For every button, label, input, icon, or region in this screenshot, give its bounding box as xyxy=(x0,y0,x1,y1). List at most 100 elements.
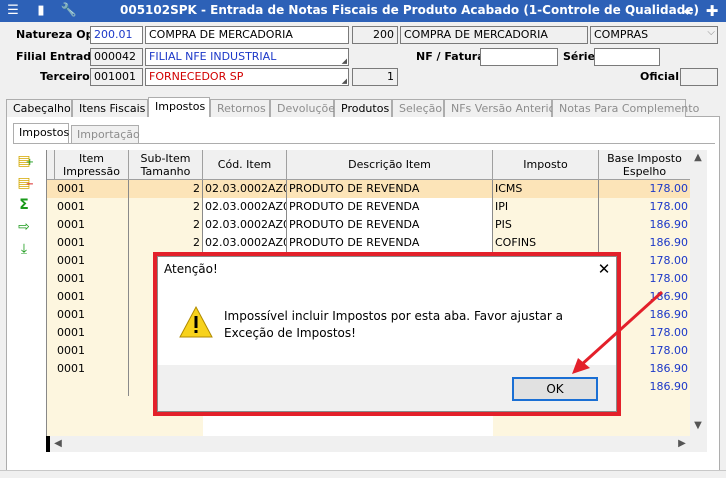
cell-item[interactable] xyxy=(55,378,129,396)
filial-label: Filial Entrada xyxy=(16,50,99,63)
resize-grip-icon: ◢ xyxy=(341,77,347,85)
window-title: 005102SPK - Entrada de Notas Fiscais de … xyxy=(120,3,699,17)
add-icon[interactable]: ✚ xyxy=(702,2,722,20)
chevron-down-icon[interactable]: ⌵ xyxy=(707,27,715,38)
cell-sub[interactable]: 2 xyxy=(129,234,203,252)
cell-cod[interactable]: 02.03.0002AZ00 xyxy=(203,216,287,234)
cell-base[interactable]: 186.90 xyxy=(599,216,691,234)
cell-item[interactable]: 0001 xyxy=(55,360,129,378)
natureza-type-select[interactable]: COMPRAS ⌵ xyxy=(590,26,718,44)
cell-item[interactable]: 0001 xyxy=(55,252,129,270)
natureza-desc2-field: COMPRA DE MERCADORIA xyxy=(400,26,588,44)
scroll-right-icon[interactable]: ▶ xyxy=(674,436,690,452)
cell-item[interactable]: 0001 xyxy=(55,216,129,234)
menu-icon[interactable]: ☰ xyxy=(4,2,22,20)
cell-item[interactable]: 0001 xyxy=(55,198,129,216)
cell-desc[interactable]: PRODUTO DE REVENDA xyxy=(287,198,493,216)
cell-item[interactable]: 0001 xyxy=(55,234,129,252)
natureza-num-field: 200 xyxy=(352,26,398,44)
table-row[interactable]: 0001202.03.0002AZ00PRODUTO DE REVENDAIPI… xyxy=(47,198,691,216)
resize-grip-icon: ◢ xyxy=(341,57,347,65)
vertical-scrollbar[interactable]: ▲ ▼ xyxy=(690,150,707,452)
subtab-impostos[interactable]: Impostos xyxy=(13,123,69,144)
serie-input[interactable] xyxy=(594,48,660,66)
tab-notas-complemento[interactable]: Notas Para Complemento xyxy=(552,99,699,117)
cell-desc[interactable]: PRODUTO DE REVENDA xyxy=(287,216,493,234)
cell-item[interactable]: 0001 xyxy=(55,180,129,198)
cell-item[interactable]: 0001 xyxy=(55,324,129,342)
cell-desc[interactable]: PRODUTO DE REVENDA xyxy=(287,180,493,198)
dialog-message: Impossível incluir Impostos por esta aba… xyxy=(224,309,563,340)
natureza-desc-field[interactable]: COMPRA DE MERCADORIA xyxy=(145,26,349,44)
terceiro-desc-text: FORNECEDOR SP xyxy=(149,70,244,83)
add-row-icon[interactable]: ▤ + xyxy=(14,152,34,170)
subtab-divider xyxy=(13,143,715,144)
close-icon[interactable]: ✕ xyxy=(594,259,614,279)
cell-cod[interactable]: 02.03.0002AZ00 xyxy=(203,234,287,252)
cell-base[interactable]: 178.00 xyxy=(599,198,691,216)
table-row[interactable]: 0001202.03.0002AZ00PRODUTO DE REVENDAICM… xyxy=(47,180,691,198)
cell-cod[interactable]: 02.03.0002AZ00 xyxy=(203,180,287,198)
cell-imposto[interactable]: IPI xyxy=(493,198,599,216)
status-bar xyxy=(0,470,726,478)
cell-base[interactable]: 178.00 xyxy=(599,180,691,198)
col-header-desc[interactable]: Descrição Item xyxy=(287,150,493,180)
cell-imposto[interactable]: ICMS xyxy=(493,180,599,198)
cell-item[interactable]: 0001 xyxy=(55,288,129,306)
main-tab-strip: Cabeçalho Itens Fiscais Impostos Retorno… xyxy=(6,97,720,118)
scroll-up-icon[interactable]: ▲ xyxy=(690,150,706,166)
scroll-down-icon[interactable]: ▼ xyxy=(690,418,706,434)
cell-sub[interactable]: 2 xyxy=(129,198,203,216)
title-bar: ☰ ▮ 🔧 005102SPK - Entrada de Notas Fisca… xyxy=(0,0,726,22)
remove-row-icon[interactable]: ▤ − xyxy=(14,174,34,192)
tab-impostos[interactable]: Impostos xyxy=(148,97,210,118)
wrench-icon[interactable]: 🔧 xyxy=(60,2,78,20)
cell-cod[interactable]: 02.03.0002AZ00 xyxy=(203,198,287,216)
red-arrow-annotation xyxy=(572,290,664,374)
collapse-icon[interactable]: « xyxy=(678,2,698,20)
export-icon[interactable]: ⇨ xyxy=(14,218,34,236)
tab-cabecalho[interactable]: Cabeçalho xyxy=(6,99,72,117)
cell-item[interactable]: 0001 xyxy=(55,270,129,288)
header-form: Natureza Op. 200.01 COMPRA DE MERCADORIA… xyxy=(0,22,726,94)
alert-dialog: Atenção! ✕ Impossível incluir Impostos p… xyxy=(157,256,617,412)
sum-icon[interactable]: Σ xyxy=(14,196,34,214)
cell-sub[interactable]: 2 xyxy=(129,216,203,234)
horizontal-scrollbar[interactable]: ◀ ▶ xyxy=(50,436,690,452)
col-header-subitem[interactable]: Sub-Item Tamanho xyxy=(129,150,203,180)
natureza-label: Natureza Op. xyxy=(16,28,98,41)
tab-retornos[interactable]: Retornos xyxy=(210,99,270,117)
subtab-importacao[interactable]: Importação xyxy=(71,125,140,143)
natureza-code-field[interactable]: 200.01 xyxy=(90,26,143,44)
table-row[interactable]: 0001202.03.0002AZ00PRODUTO DE REVENDACOF… xyxy=(47,234,691,252)
tab-produtos[interactable]: Produtos xyxy=(334,99,392,117)
tab-nfs-versao-anterior[interactable]: NFs Versão Anterior xyxy=(444,99,560,117)
move-bottom-icon[interactable]: ⤓ xyxy=(14,240,34,258)
terceiro-desc-field[interactable]: FORNECEDOR SP ◢ xyxy=(145,68,349,86)
nf-label: NF / Fatura xyxy=(416,50,485,63)
scroll-left-icon[interactable]: ◀ xyxy=(50,436,66,452)
oficial-label: Oficial xyxy=(640,70,679,83)
cell-desc[interactable]: PRODUTO DE REVENDA xyxy=(287,234,493,252)
cell-item[interactable]: 0001 xyxy=(55,306,129,324)
cell-imposto[interactable]: COFINS xyxy=(493,234,599,252)
col-header-cod[interactable]: Cód. Item xyxy=(203,150,287,180)
cell-base[interactable]: 186.90 xyxy=(599,234,691,252)
nf-fatura-input[interactable] xyxy=(480,48,558,66)
serie-label: Série xyxy=(563,50,596,63)
col-header-base[interactable]: Base Imposto Espelho xyxy=(599,150,691,180)
col-header-item[interactable]: Item Impressão xyxy=(55,150,129,180)
terceiro-code-field: 001001 xyxy=(90,68,143,86)
tab-itens-fiscais[interactable]: Itens Fiscais xyxy=(72,99,148,117)
cell-sub[interactable]: 2 xyxy=(129,180,203,198)
tab-selecao[interactable]: Seleção xyxy=(392,99,444,117)
col-header-imposto[interactable]: Imposto xyxy=(493,150,599,180)
cell-imposto[interactable]: PIS xyxy=(493,216,599,234)
traffic-light-icon[interactable]: ▮ xyxy=(32,2,50,20)
table-row[interactable]: 0001202.03.0002AZ00PRODUTO DE REVENDAPIS… xyxy=(47,216,691,234)
cell-item[interactable]: 0001 xyxy=(55,342,129,360)
tab-devolucoes[interactable]: Devoluções xyxy=(270,99,341,117)
dialog-footer: OK xyxy=(158,365,616,411)
filial-desc-field[interactable]: FILIAL NFE INDUSTRIAL ◢ xyxy=(145,48,349,66)
oficial-field xyxy=(680,68,718,86)
